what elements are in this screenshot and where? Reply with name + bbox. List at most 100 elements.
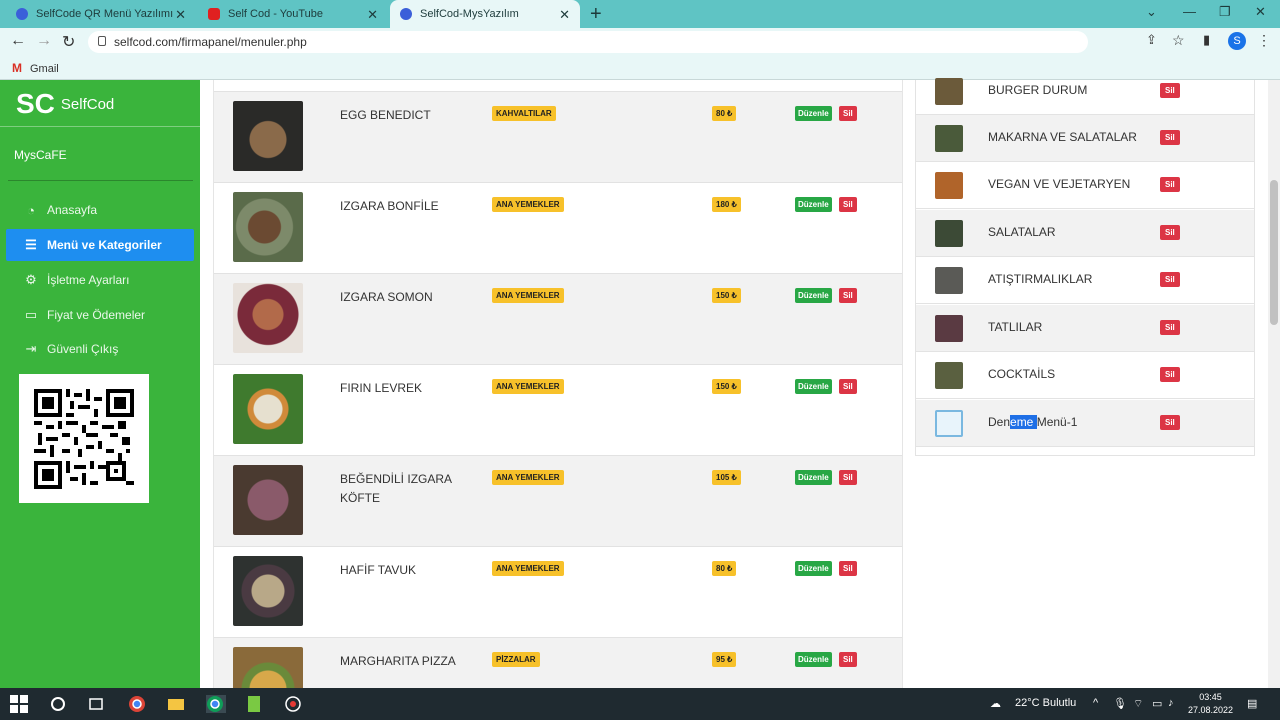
- delete-button[interactable]: Sil: [839, 470, 857, 485]
- product-name: EGG BENEDICT: [340, 108, 431, 122]
- tab-selfcod-active[interactable]: SelfCod-MysYazılım ✕: [390, 0, 580, 28]
- file-explorer-icon[interactable]: [167, 695, 185, 713]
- product-name: IZGARA SOMON: [340, 290, 433, 304]
- product-image: [233, 283, 303, 353]
- sidebar-item-menu-kategoriler[interactable]: ☰ Menü ve Kategoriler: [6, 229, 194, 261]
- edit-button[interactable]: Düzenle: [795, 106, 832, 121]
- weather-icon[interactable]: ☁: [990, 697, 1001, 710]
- edit-button[interactable]: Düzenle: [795, 470, 832, 485]
- table-row: IZGARA BONFİLE ANA YEMEKLER 180 ₺ Düzenl…: [214, 182, 902, 273]
- delete-button[interactable]: Sil: [839, 106, 857, 121]
- delete-button[interactable]: Sil: [1160, 367, 1180, 382]
- sidebar-item-label: Menü ve Kategoriler: [47, 238, 162, 252]
- category-name: ATIŞTIRMALIKLAR: [988, 272, 1093, 286]
- more-menu-icon[interactable]: ⋮: [1257, 32, 1271, 49]
- menu-list-icon: ☰: [25, 237, 37, 252]
- tray-chevron-icon[interactable]: ^: [1093, 697, 1098, 709]
- weather-text[interactable]: 22°C Bulutlu: [1015, 697, 1076, 709]
- tab-selfcode-qr[interactable]: SelfCode QR Menü Yazılımı ✕: [6, 0, 196, 28]
- cafe-name: MysCaFE: [14, 148, 67, 162]
- delete-button[interactable]: Sil: [1160, 130, 1180, 145]
- new-tab-icon[interactable]: +: [590, 3, 602, 26]
- close-tab-icon[interactable]: ✕: [559, 7, 570, 23]
- bookmark-star-icon[interactable]: ☆: [1172, 32, 1185, 49]
- sidebar-item-anasayfa[interactable]: ◔ Anasayfa: [6, 194, 194, 226]
- minimize-icon[interactable]: —: [1183, 4, 1196, 19]
- microphone-icon[interactable]: 🎙: [1113, 697, 1127, 710]
- tab-title: Self Cod - YouTube: [228, 8, 323, 20]
- delete-button[interactable]: Sil: [1160, 415, 1180, 430]
- product-name: MARGHARITA PIZZA: [340, 654, 456, 668]
- delete-button[interactable]: Sil: [1160, 320, 1180, 335]
- delete-button[interactable]: Sil: [1160, 83, 1180, 98]
- chrome-icon[interactable]: [128, 695, 146, 713]
- close-tab-icon[interactable]: ✕: [367, 7, 378, 23]
- sidebar-item-guvenli-cikis[interactable]: ⇥ Güvenli Çıkış: [6, 333, 194, 365]
- profile-avatar[interactable]: S: [1228, 32, 1246, 50]
- wifi-icon[interactable]: ⌔: [1133, 697, 1143, 711]
- category-image: [935, 315, 963, 342]
- sidebar-item-fiyat-odemeler[interactable]: ▭ Fiyat ve Ödemeler: [6, 299, 194, 331]
- sidebar-item-isletme-ayarlari[interactable]: ⚙ İşletme Ayarları: [6, 264, 194, 296]
- edit-button[interactable]: Düzenle: [795, 652, 832, 667]
- scrollbar-thumb[interactable]: [1270, 180, 1278, 325]
- price-badge: 150 ₺: [712, 379, 741, 394]
- delete-button[interactable]: Sil: [839, 561, 857, 576]
- product-name: IZGARA BONFİLE: [340, 199, 439, 213]
- edit-button[interactable]: Düzenle: [795, 288, 832, 303]
- volume-icon[interactable]: ♪: [1168, 697, 1174, 709]
- tab-search-icon[interactable]: ⌄: [1146, 4, 1157, 20]
- share-icon[interactable]: ⇪: [1146, 32, 1157, 48]
- delete-button[interactable]: Sil: [1160, 272, 1180, 287]
- task-view-icon[interactable]: [87, 695, 105, 713]
- logo[interactable]: SC SelfCod: [16, 88, 114, 120]
- product-name: BEĞENDİLİ IZGARA KÖFTE: [340, 472, 452, 505]
- chrome-active-icon[interactable]: [206, 695, 226, 713]
- notepad-icon[interactable]: [245, 695, 263, 713]
- delete-button[interactable]: Sil: [1160, 225, 1180, 240]
- category-image: [935, 362, 963, 389]
- url-text: selfcod.com/firmapanel/menuler.php: [114, 35, 307, 49]
- site-favicon-icon: [400, 8, 412, 20]
- product-image: [233, 192, 303, 262]
- edit-button[interactable]: Düzenle: [795, 561, 832, 576]
- price-badge: 80 ₺: [712, 561, 737, 576]
- category-image: [935, 125, 963, 152]
- list-item: Deneme Menü-1 Sil: [916, 400, 1254, 447]
- delete-button[interactable]: Sil: [839, 197, 857, 212]
- price-badge: 80 ₺: [712, 106, 737, 121]
- address-bar: ← → ↻ selfcod.com/firmapanel/menuler.php…: [0, 28, 1280, 56]
- edit-button[interactable]: Düzenle: [795, 379, 832, 394]
- price-badge: 105 ₺: [712, 470, 741, 485]
- maximize-icon[interactable]: ❐: [1219, 4, 1231, 20]
- category-name: TATLILAR: [988, 320, 1043, 334]
- delete-button[interactable]: Sil: [839, 652, 857, 667]
- side-panel-icon[interactable]: ▮: [1203, 32, 1210, 48]
- delete-button[interactable]: Sil: [1160, 177, 1180, 192]
- recorder-icon[interactable]: [284, 695, 302, 713]
- reload-icon[interactable]: ↻: [62, 32, 75, 52]
- browser-tabbar: SelfCode QR Menü Yazılımı ✕ Self Cod - Y…: [0, 0, 1280, 28]
- delete-button[interactable]: Sil: [839, 288, 857, 303]
- windows-start-icon[interactable]: [10, 695, 28, 713]
- bookmark-gmail[interactable]: M Gmail: [12, 61, 59, 75]
- back-icon[interactable]: ←: [10, 32, 26, 50]
- forward-icon[interactable]: →: [36, 32, 52, 50]
- close-window-icon[interactable]: ✕: [1255, 4, 1266, 20]
- category-image: [935, 172, 963, 199]
- url-field[interactable]: selfcod.com/firmapanel/menuler.php: [88, 31, 1088, 53]
- search-icon[interactable]: [49, 695, 67, 713]
- page-scrollbar[interactable]: [1268, 80, 1280, 688]
- qr-code-icon: [34, 389, 134, 489]
- product-image: [233, 374, 303, 444]
- edit-button[interactable]: Düzenle: [795, 197, 832, 212]
- clock[interactable]: 03:45 27.08.2022: [1188, 691, 1233, 717]
- notifications-icon[interactable]: ▤: [1247, 697, 1257, 710]
- selected-text: eme: [1010, 415, 1037, 429]
- delete-button[interactable]: Sil: [839, 379, 857, 394]
- battery-icon[interactable]: ▭: [1152, 697, 1162, 710]
- close-tab-icon[interactable]: ✕: [175, 7, 186, 23]
- price-badge: 150 ₺: [712, 288, 741, 303]
- tab-youtube[interactable]: Self Cod - YouTube ✕: [198, 0, 388, 28]
- category-name: VEGAN VE VEJETARYEN: [988, 177, 1131, 191]
